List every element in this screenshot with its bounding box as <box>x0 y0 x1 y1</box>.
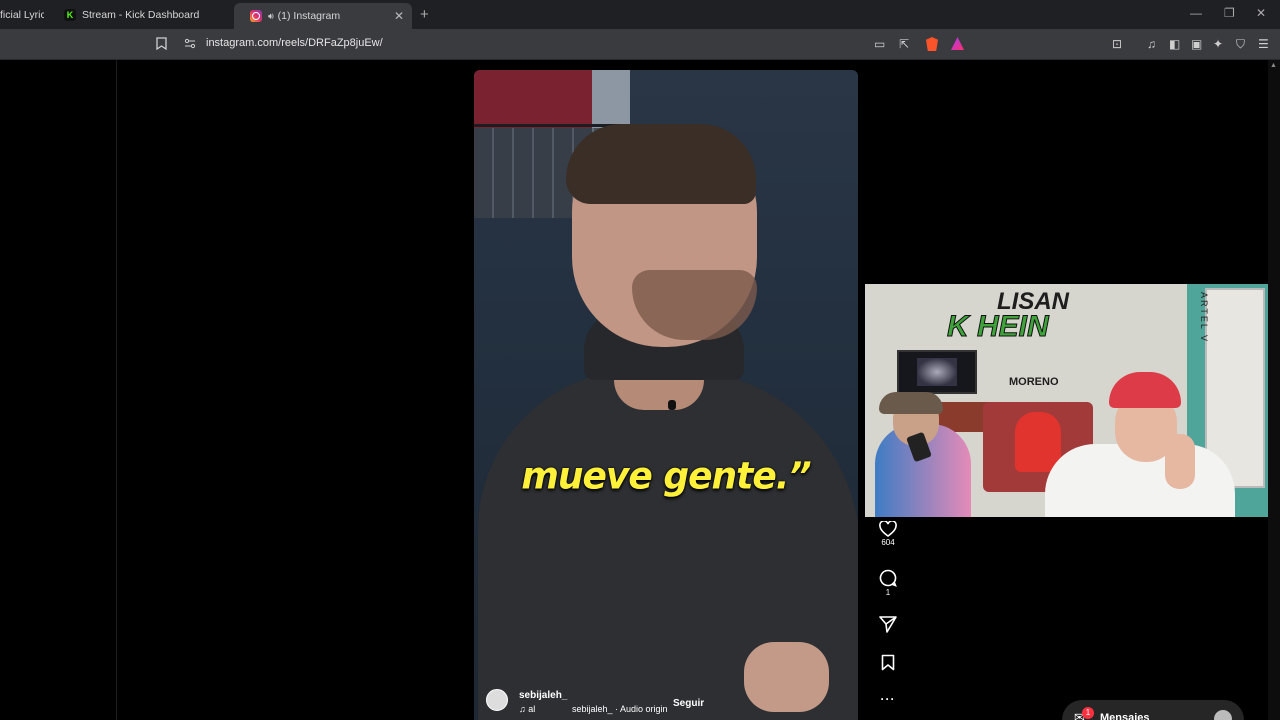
tab-kick-dashboard[interactable]: K Stream - Kick Dashboard <box>56 3 226 27</box>
author-name[interactable]: sebijaleh_ <box>519 690 567 701</box>
speaker-icon[interactable]: 🔊︎ <box>268 11 274 22</box>
kick-icon: K <box>64 9 76 21</box>
cast-icon[interactable]: ▭ <box>874 37 885 51</box>
brave-rewards-icon[interactable] <box>951 37 964 50</box>
like-button[interactable]: 604 <box>876 521 900 547</box>
bookmark-icon <box>881 654 895 671</box>
messages-badge: 1 <box>1082 707 1094 719</box>
author-avatar[interactable] <box>486 689 508 711</box>
vpn-icon[interactable]: ⛉ <box>1236 37 1245 51</box>
tab-title: Stream - Kick Dashboard <box>82 9 200 21</box>
share-button[interactable] <box>876 616 900 633</box>
instagram-page: mueve gente.” LISAN K HEIN MORENO ARTEL … <box>0 60 1280 720</box>
reel-video[interactable]: mueve gente.” <box>474 70 858 720</box>
left-nav-divider <box>116 60 117 720</box>
tab-strip: ficial Lyric K Stream - Kick Dashboard 🔊… <box>0 0 1280 29</box>
bookmark-icon[interactable] <box>156 37 167 53</box>
messages-button[interactable]: ✉ 1 Mensajes <box>1062 700 1244 720</box>
sidebar-icon[interactable]: ◧ <box>1169 37 1180 51</box>
like-count: 604 <box>881 538 895 547</box>
television <box>897 350 977 394</box>
save-button[interactable] <box>876 654 900 671</box>
author-row <box>486 689 508 711</box>
messages-label: Mensajes <box>1100 712 1150 720</box>
follow-button[interactable]: Seguir <box>673 698 704 709</box>
audio-label[interactable]: sebijaleh_ · Audio origin <box>572 704 668 714</box>
more-options-button[interactable]: ··· <box>876 692 900 706</box>
scroll-up-icon[interactable]: ▲ <box>1270 62 1277 69</box>
page-scrollbar[interactable] <box>1268 60 1280 720</box>
brave-shields-icon[interactable] <box>926 37 938 51</box>
url-field[interactable]: instagram.com/reels/DRFaZp8juEw/ <box>206 37 383 49</box>
close-tab-icon[interactable]: ✕ <box>394 9 404 23</box>
video-caption: mueve gente.” <box>521 454 811 499</box>
graffiti: LISAN K HEIN MORENO ARTEL V <box>947 288 1209 388</box>
new-tab-button[interactable]: + <box>420 6 429 23</box>
heart-icon <box>879 521 897 537</box>
send-icon <box>879 616 897 633</box>
audio-link[interactable]: ♫ al <box>519 704 535 714</box>
graffiti-main: K HEIN <box>947 310 1050 344</box>
restore-icon[interactable]: ❐ <box>1224 6 1235 20</box>
message-avatar <box>1214 710 1232 720</box>
share-icon[interactable]: ⇱ <box>899 37 909 51</box>
minimize-icon[interactable]: — <box>1190 6 1202 20</box>
media-icon[interactable]: ♫ <box>1147 37 1156 51</box>
webcam-overlay: LISAN K HEIN MORENO ARTEL V <box>865 284 1280 517</box>
address-toolbar: instagram.com/reels/DRFaZp8juEw/ ▭ ⇱ 1 ⊡… <box>0 29 1280 74</box>
wallet-icon[interactable]: ▣ <box>1191 37 1202 51</box>
tab-title: ficial Lyric <box>0 9 44 21</box>
screenshot-icon[interactable]: ⊡ <box>1112 37 1122 51</box>
leo-ai-icon[interactable]: ✦ <box>1213 37 1223 51</box>
comment-count: 1 <box>885 588 891 597</box>
graffiti-sub: MORENO <box>1009 376 1059 388</box>
background-wall <box>474 70 592 128</box>
tab-lyric[interactable]: ficial Lyric <box>0 3 44 27</box>
speaker-hands <box>744 642 829 712</box>
menu-icon[interactable]: ☰ <box>1258 37 1269 51</box>
comment-icon <box>879 569 897 587</box>
graffiti-side: ARTEL V <box>1199 292 1209 344</box>
instagram-icon <box>250 10 262 22</box>
lapel-mic <box>668 400 676 410</box>
tab-title: (1) Instagram <box>277 10 341 22</box>
tab-instagram[interactable]: 🔊︎ (1) Instagram ✕ <box>234 3 412 29</box>
site-settings-icon[interactable] <box>184 37 196 52</box>
close-window-icon[interactable]: ✕ <box>1256 6 1266 20</box>
red-cap <box>1109 372 1181 408</box>
comment-button[interactable]: 1 <box>876 569 900 597</box>
